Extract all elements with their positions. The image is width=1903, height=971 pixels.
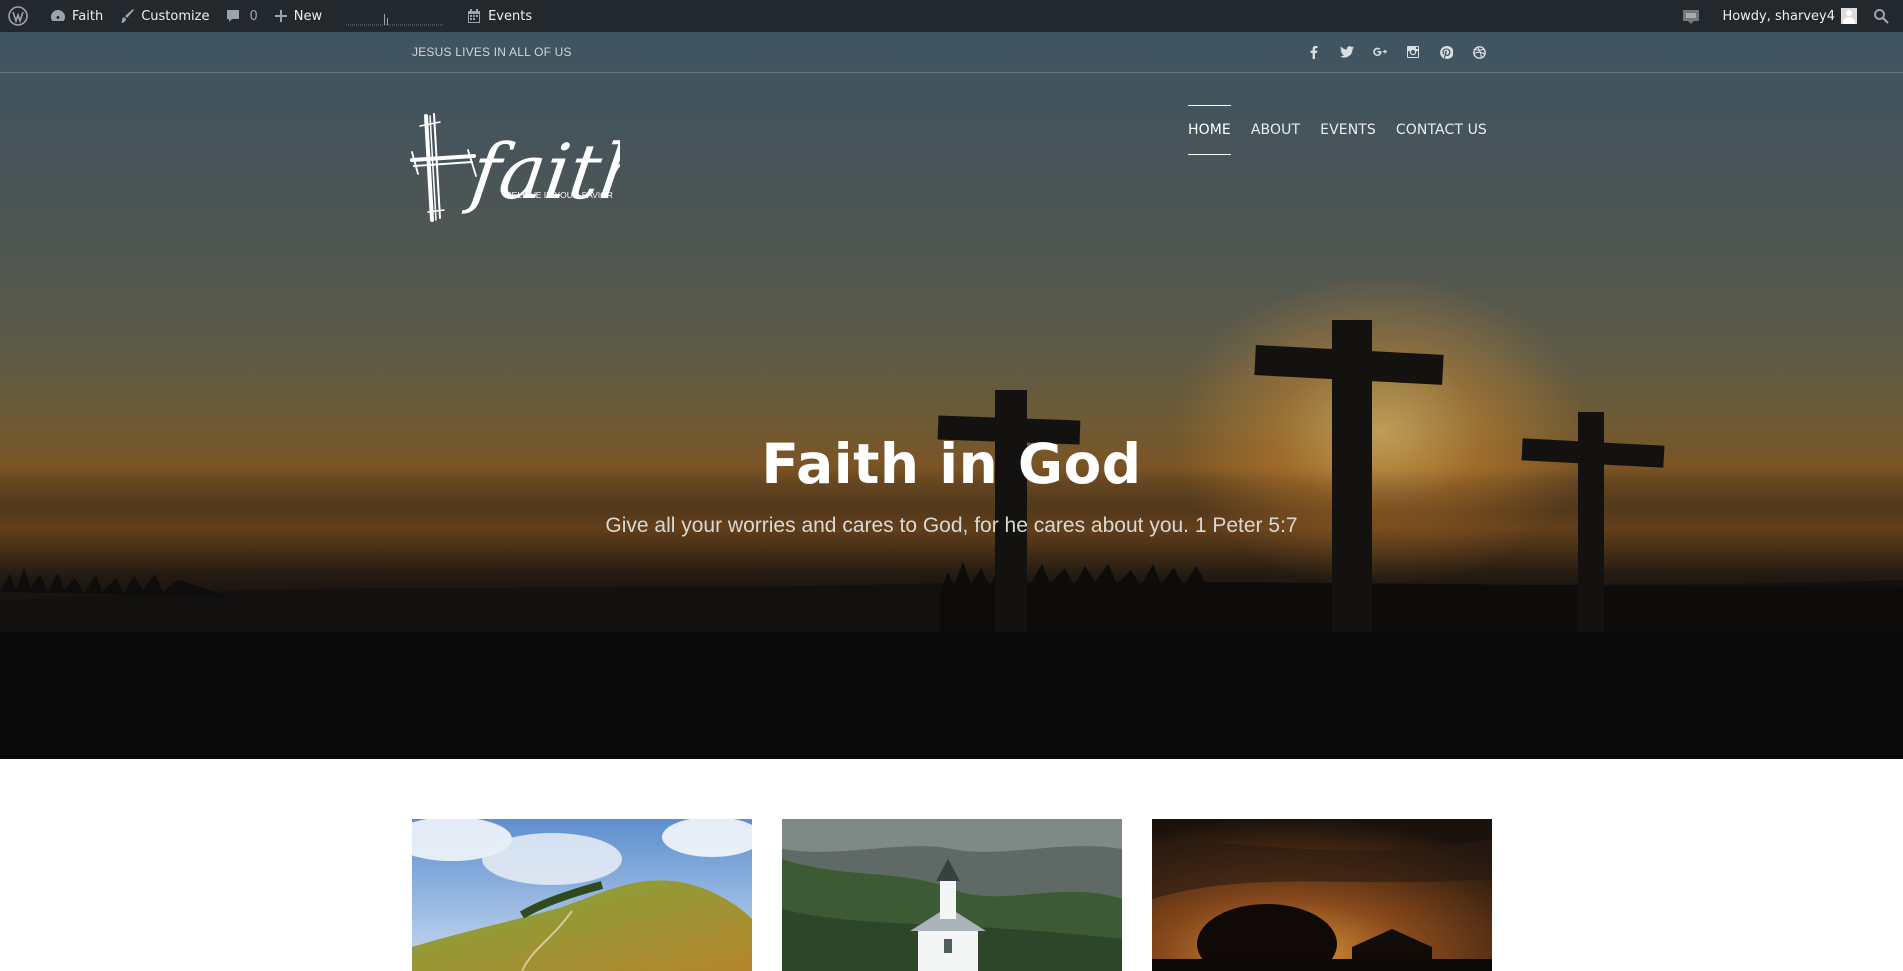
hero-subtitle: Give all your worries and cares to God, … [605, 514, 1298, 537]
church-photo [782, 819, 1122, 971]
crosses-silhouette [0, 320, 1903, 759]
card-night-tree-image[interactable] [1152, 819, 1492, 971]
sparkline-icon [346, 14, 445, 26]
notifications-button[interactable] [1674, 0, 1714, 32]
stats-sparkline[interactable] [330, 0, 458, 32]
calendar-icon [468, 9, 481, 23]
search-icon [1874, 9, 1889, 24]
dashboard-icon [51, 10, 65, 21]
nav-item-contact-us[interactable]: CONTACT US [1396, 106, 1487, 154]
comment-icon [227, 10, 240, 22]
events-label: Events [488, 8, 533, 24]
admin-bar: Faith Customize 0 New Events Howdy, shar… [0, 0, 1903, 32]
hero-section: JESUS LIVES IN ALL OF US faith BELIEVE I… [0, 32, 1903, 759]
instagram-icon[interactable] [1403, 43, 1423, 61]
night-tree-photo [1152, 819, 1492, 971]
new-content-link[interactable]: New [266, 0, 330, 32]
plus-icon [274, 10, 287, 22]
hero-title: Faith in God [761, 432, 1142, 496]
new-label: New [293, 8, 323, 24]
events-link[interactable]: Events [458, 0, 540, 32]
notification-icon [1683, 10, 1700, 24]
site-name-link[interactable]: Faith [42, 0, 111, 32]
customize-label: Customize [141, 8, 210, 24]
twitter-icon[interactable] [1337, 43, 1357, 61]
wordpress-logo-button[interactable] [0, 0, 42, 32]
admin-search-button[interactable] [1865, 0, 1903, 32]
social-links [1304, 43, 1489, 61]
nav-item-home[interactable]: HOME [1188, 105, 1231, 155]
logo-slogan: BELIEVE IN YOUR SAVIOR [506, 190, 613, 200]
facebook-icon[interactable] [1304, 43, 1324, 61]
comments-count: 0 [249, 8, 258, 24]
comments-link[interactable]: 0 [217, 0, 265, 32]
card-church-image[interactable] [782, 819, 1122, 971]
site-name-label: Faith [72, 8, 104, 24]
wordpress-icon [8, 6, 28, 26]
pinterest-icon[interactable] [1436, 43, 1456, 61]
greeting-label: Howdy, sharvey4 [1722, 8, 1835, 24]
faith-logo: faith BELIEVE IN YOUR SAVIOR [410, 113, 656, 222]
customize-link[interactable]: Customize [111, 0, 217, 32]
google-plus-icon[interactable] [1370, 43, 1390, 61]
card-hillside-image[interactable] [412, 819, 752, 971]
dribbble-icon[interactable] [1469, 43, 1489, 61]
nav-item-events[interactable]: EVENTS [1320, 106, 1376, 154]
nav-item-about[interactable]: ABOUT [1251, 106, 1300, 154]
site-tagline: JESUS LIVES IN ALL OF US [412, 45, 572, 59]
site-logo[interactable]: faith BELIEVE IN YOUR SAVIOR [410, 102, 656, 222]
main-nav: HOME ABOUT EVENTS CONTACT US [1188, 102, 1487, 158]
top-bar: JESUS LIVES IN ALL OF US [0, 32, 1903, 73]
brush-icon [121, 9, 135, 23]
hillside-photo [412, 819, 752, 971]
avatar [1841, 8, 1857, 24]
account-menu[interactable]: Howdy, sharvey4 [1714, 0, 1865, 32]
logo-wordmark: faith [461, 128, 620, 217]
feature-cards [412, 819, 1492, 971]
